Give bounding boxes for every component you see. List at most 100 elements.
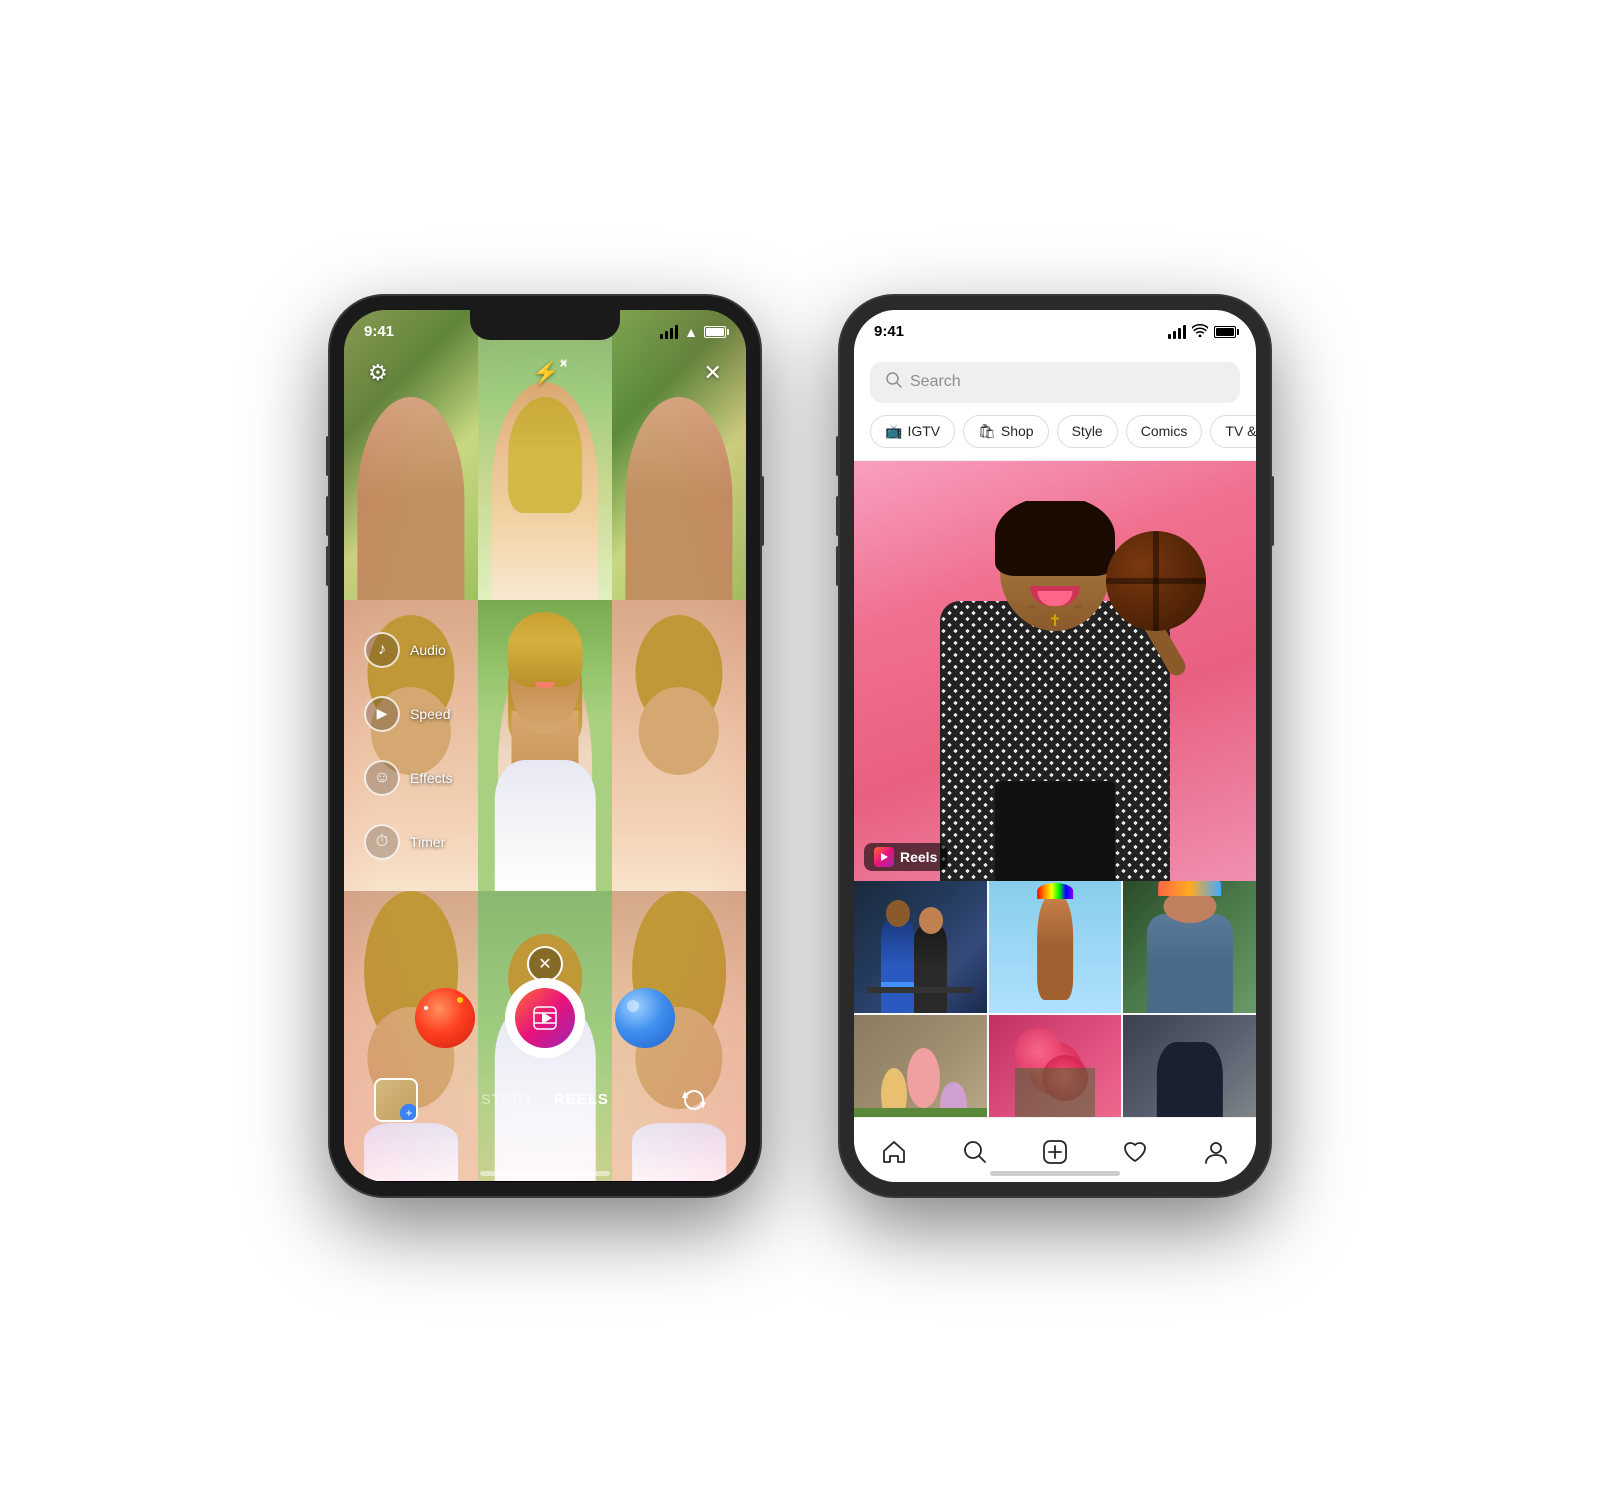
time-right: 9:41 — [874, 323, 904, 340]
search-placeholder: Search — [910, 373, 961, 391]
filter-orb-sparkle[interactable] — [415, 988, 475, 1048]
home-bar-left — [480, 1171, 610, 1176]
camera-mode-tabs: STORY REELS — [481, 1091, 609, 1108]
explore-screen: 9:41 — [854, 310, 1256, 1182]
thumb-3[interactable] — [1123, 881, 1256, 1014]
igtv-tab-icon: 📺 — [885, 423, 902, 440]
player-tongue — [1038, 591, 1073, 606]
nav-home[interactable] — [872, 1130, 916, 1174]
tab-igtv[interactable]: 📺 IGTV — [870, 415, 955, 448]
tab-comics[interactable]: Comics — [1126, 415, 1203, 448]
record-button-inner — [515, 988, 575, 1048]
wifi-svg — [1192, 324, 1208, 337]
camera-ui: 9:41 ▲ — [344, 310, 746, 1182]
reels-record-icon — [530, 1003, 560, 1033]
explore-content: ✝ — [854, 461, 1256, 1117]
signal-icon-left — [660, 325, 678, 339]
camera-nav: + STORY REELS — [344, 1078, 746, 1122]
notch-left — [470, 310, 620, 340]
thumb-5[interactable] — [989, 1015, 1122, 1116]
filter-tabs: 📺 IGTV 🛍 Shop Style Comics TV & Movies — [854, 415, 1256, 461]
style-tab-label: Style — [1072, 423, 1103, 439]
tab-shop[interactable]: 🛍 Shop — [963, 415, 1048, 448]
nav-activity[interactable] — [1113, 1130, 1157, 1174]
gallery-thumbnail[interactable]: + — [374, 1078, 418, 1122]
left-phone: 9:41 ▲ — [330, 296, 760, 1196]
nav-profile[interactable] — [1194, 1130, 1238, 1174]
shop-tab-icon: 🛍 — [978, 423, 996, 440]
status-icons-left: ▲ — [660, 324, 726, 340]
record-button[interactable] — [505, 978, 585, 1058]
reels-tab[interactable]: REELS — [554, 1091, 609, 1108]
nav-search[interactable] — [953, 1130, 997, 1174]
effects-label: Effects — [410, 770, 453, 786]
face-detail-left — [1028, 605, 1036, 609]
status-bar-left: 9:41 ▲ — [344, 310, 746, 354]
player-hair — [995, 501, 1115, 576]
speed-menu-item[interactable]: ▶ Speed — [364, 696, 453, 732]
close-icon[interactable]: ✕ — [704, 360, 722, 386]
audio-icon: ♪ — [364, 632, 400, 668]
tv-tab-label: TV & Movies — [1225, 423, 1256, 439]
reels-badge: Reels — [864, 843, 947, 871]
left-screen: 9:41 ▲ — [344, 310, 746, 1182]
camera-screen: 9:41 ▲ — [344, 310, 746, 1182]
thumb-4[interactable] — [854, 1015, 987, 1116]
search-bar-container: Search — [854, 354, 1256, 415]
audio-label: Audio — [410, 642, 446, 658]
story-tab[interactable]: STORY — [481, 1091, 534, 1108]
search-bar[interactable]: Search — [870, 362, 1240, 403]
igtv-tab-label: IGTV — [907, 423, 940, 439]
signal-icon-right — [1168, 325, 1186, 339]
battery-icon-left — [704, 326, 726, 338]
time-left: 9:41 — [364, 323, 394, 340]
comics-tab-label: Comics — [1141, 423, 1188, 439]
right-phone: 9:41 — [840, 296, 1270, 1196]
status-bar-right: 9:41 — [854, 310, 1256, 354]
shop-tab-label: Shop — [1001, 423, 1034, 439]
person-icon — [1203, 1139, 1229, 1165]
heart-icon — [1122, 1139, 1148, 1165]
featured-reel[interactable]: ✝ — [854, 461, 1256, 881]
battery-icon-right — [1214, 326, 1236, 338]
thumb-1[interactable] — [854, 881, 987, 1014]
notch-right — [980, 310, 1130, 340]
basketball — [1106, 531, 1206, 631]
camera-top-bar: ⚙ ⚡ × ✕ — [344, 360, 746, 386]
flip-camera-icon — [680, 1086, 708, 1114]
thumbnail-grid — [854, 881, 1256, 1117]
tab-tv-movies[interactable]: TV & Movies — [1210, 415, 1256, 448]
filter-orb-blue[interactable] — [615, 988, 675, 1048]
wifi-icon-right — [1192, 324, 1208, 340]
settings-icon[interactable]: ⚙ — [368, 360, 388, 386]
speed-icon: ▶ — [364, 696, 400, 732]
reels-icon-svg — [878, 851, 890, 863]
nav-create[interactable] — [1033, 1130, 1077, 1174]
reels-badge-icon — [874, 847, 894, 867]
status-icons-right — [1168, 324, 1236, 340]
flash-icon[interactable]: ⚡ × — [532, 360, 559, 386]
camera-bottom-controls: + STORY REELS — [344, 818, 746, 1132]
effects-menu-item[interactable]: ☺ Effects — [364, 760, 453, 796]
face-detail-right — [1075, 605, 1083, 609]
tab-style[interactable]: Style — [1057, 415, 1118, 448]
wifi-icon-left: ▲ — [684, 324, 698, 340]
thumb-2[interactable] — [989, 881, 1122, 1014]
record-area — [344, 978, 746, 1058]
basketball-line-v — [1106, 531, 1206, 631]
reels-badge-label: Reels — [900, 849, 937, 865]
necklace-icon: ✝ — [1048, 611, 1061, 631]
nav-search-icon — [962, 1139, 988, 1165]
player-mouth — [1030, 586, 1080, 606]
audio-menu-item[interactable]: ♪ Audio — [364, 632, 453, 668]
player-inner-shirt — [995, 781, 1115, 881]
search-icon — [886, 372, 902, 393]
effects-icon: ☺ — [364, 760, 400, 796]
speed-label: Speed — [410, 706, 450, 722]
home-bar-right — [990, 1171, 1120, 1176]
flip-camera-button[interactable] — [672, 1078, 716, 1122]
thumb-6[interactable] — [1123, 1015, 1256, 1116]
right-screen: 9:41 — [854, 310, 1256, 1182]
search-svg — [886, 372, 902, 388]
create-icon — [1042, 1139, 1068, 1165]
